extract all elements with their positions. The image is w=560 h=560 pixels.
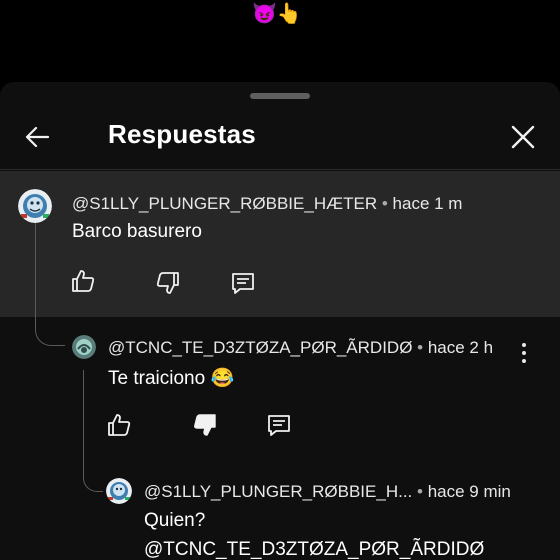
close-icon xyxy=(511,125,535,149)
back-button[interactable] xyxy=(20,120,54,154)
comment-text: Quien? xyxy=(144,510,206,531)
comment-time: hace 9 min xyxy=(427,482,511,501)
dot-icon xyxy=(522,343,526,347)
thread-connector xyxy=(35,220,65,346)
dislike-button[interactable] xyxy=(153,268,183,298)
meta-separator: • xyxy=(417,338,424,357)
status-emoji: 😈👆 xyxy=(252,3,302,25)
reply-button[interactable] xyxy=(264,410,294,440)
comment-mention[interactable]: @TCNC_TE_D3ZTØZA_PØR_ÃRDIDØ xyxy=(144,539,484,560)
drag-handle[interactable] xyxy=(250,93,310,99)
comment-meta: @S1LLY_PLUNGER_RØBBIE_HÆTER • hace 1 m xyxy=(72,194,462,214)
meta-separator: • xyxy=(381,194,388,213)
comment-meta: @S1LLY_PLUNGER_RØBBIE_H... • hace 9 min xyxy=(144,482,511,502)
close-button[interactable] xyxy=(506,120,540,154)
avatar[interactable] xyxy=(18,189,52,223)
comment-author[interactable]: @S1LLY_PLUNGER_RØBBIE_HÆTER xyxy=(72,194,377,213)
thumbs-up-icon xyxy=(72,270,95,292)
avatar[interactable] xyxy=(72,335,96,359)
comment-icon xyxy=(268,415,290,436)
dot-icon xyxy=(522,351,526,355)
comment-text: Barco basurero xyxy=(72,221,202,242)
sheet-header: Respuestas xyxy=(0,106,560,170)
like-button[interactable] xyxy=(68,266,98,296)
meta-separator: • xyxy=(417,482,423,501)
comment-time: hace 2 h xyxy=(427,338,494,357)
page-title: Respuestas xyxy=(108,119,256,149)
avatar[interactable] xyxy=(106,478,132,504)
comment-time: hace 1 m xyxy=(392,194,463,213)
comment-icon xyxy=(232,273,254,294)
thumbs-up-icon xyxy=(108,414,131,436)
comment-text: Te traiciono 😂 xyxy=(108,368,235,389)
arrow-left-icon xyxy=(25,126,50,148)
thumbs-down-icon xyxy=(156,272,179,294)
comment-author[interactable]: @TCNC_TE_D3ZTØZA_PØR_ÃRDIDØ xyxy=(108,338,412,357)
like-button[interactable] xyxy=(104,410,134,440)
thread-connector xyxy=(83,370,103,492)
thumbs-down-filled-icon xyxy=(194,414,216,436)
reply-button[interactable] xyxy=(228,268,258,298)
replies-sheet: Respuestas @S1LLY_PLUNGER_RØBBIE_HÆTER •… xyxy=(0,82,560,560)
comment-meta: @TCNC_TE_D3ZTØZA_PØR_ÃRDIDØ • hace 2 h xyxy=(108,338,493,358)
dot-icon xyxy=(522,359,526,363)
more-options-button[interactable] xyxy=(514,340,534,366)
dislike-button-active[interactable] xyxy=(190,410,220,440)
comment-author[interactable]: @S1LLY_PLUNGER_RØBBIE_H... xyxy=(144,482,412,501)
